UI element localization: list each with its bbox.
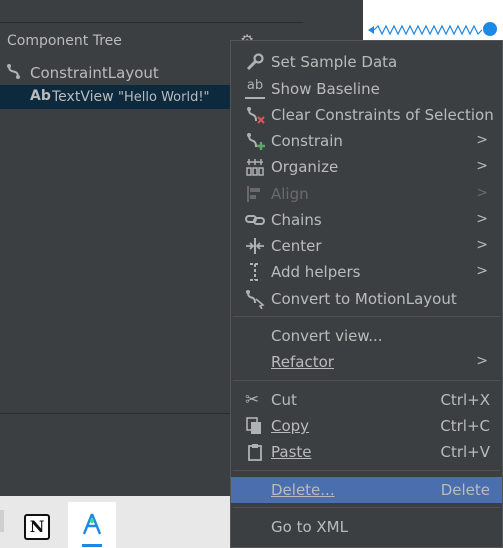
guideline-icon	[250, 263, 260, 281]
menu-item-center[interactable]: Center >	[231, 233, 502, 259]
submenu-arrow-icon: >	[476, 237, 488, 253]
menu-separator	[233, 470, 500, 471]
align-icon	[247, 186, 260, 202]
submenu-arrow-icon: >	[476, 353, 488, 369]
menu-item-cut[interactable]: ✂ Cut Ctrl+X	[231, 387, 502, 413]
menu-separator	[233, 507, 500, 508]
organize-icon	[246, 159, 264, 176]
baseline-icon: ab	[245, 79, 265, 99]
menu-item-set-sample-data[interactable]: Set Sample Data	[231, 49, 502, 75]
notion-app-icon[interactable]: N	[24, 514, 50, 540]
shortcut-label: Ctrl+C	[440, 417, 490, 435]
menu-separator	[233, 380, 500, 381]
submenu-arrow-icon: >	[476, 158, 488, 174]
constraint-anchor-handle[interactable]	[483, 22, 497, 36]
top-toolbar-strip	[0, 0, 363, 14]
shortcut-label: Delete	[440, 481, 490, 499]
tree-item-label: TextView "Hello World!"	[52, 89, 210, 105]
menu-item-convert-to-motionlayout[interactable]: Convert to MotionLayout	[231, 286, 502, 312]
menu-item-refactor[interactable]: Refactor >	[231, 349, 502, 375]
textview-icon: Ab	[30, 88, 51, 104]
copy-icon	[246, 417, 261, 434]
constraint-spring-icon	[368, 24, 483, 36]
menu-item-convert-view[interactable]: Convert view...	[231, 323, 502, 349]
submenu-arrow-icon: >	[476, 132, 488, 148]
menu-item-constrain[interactable]: Constrain >	[231, 128, 502, 154]
menu-item-show-baseline[interactable]: ab Show Baseline	[231, 76, 502, 102]
submenu-arrow-icon: >	[476, 185, 488, 201]
wrench-icon	[246, 53, 264, 71]
menu-item-copy[interactable]: Copy Ctrl+C	[231, 413, 502, 439]
constrain-icon	[247, 133, 265, 150]
shortcut-label: Ctrl+X	[440, 391, 490, 409]
menu-item-chains[interactable]: Chains >	[231, 207, 502, 233]
paste-icon	[248, 444, 262, 461]
menu-item-add-helpers[interactable]: Add helpers >	[231, 259, 502, 285]
scissors-icon: ✂	[245, 390, 260, 410]
motion-layout-icon	[246, 290, 265, 309]
menu-item-organize[interactable]: Organize >	[231, 154, 502, 180]
component-tree-title: Component Tree	[7, 33, 122, 49]
menu-separator	[233, 316, 500, 317]
menu-item-paste[interactable]: Paste Ctrl+V	[231, 439, 502, 465]
clear-constraints-icon	[247, 107, 265, 124]
android-studio-icon	[82, 513, 102, 535]
chain-icon	[245, 215, 265, 225]
shortcut-label: Ctrl+V	[440, 443, 490, 461]
menu-item-clear-constraints[interactable]: Clear Constraints of Selection	[231, 102, 502, 128]
constraint-layout-icon	[7, 64, 20, 79]
taskbar-app-edge[interactable]	[0, 510, 4, 532]
active-app-indicator	[82, 544, 102, 547]
submenu-arrow-icon: >	[476, 211, 488, 227]
android-studio-taskbar-button[interactable]	[68, 502, 116, 548]
tree-item-label: ConstraintLayout	[30, 64, 159, 82]
menu-item-align: Align >	[231, 181, 502, 207]
center-icon	[246, 238, 264, 254]
menu-item-delete[interactable]: Delete... Delete	[231, 477, 502, 503]
submenu-arrow-icon: >	[476, 263, 488, 279]
context-menu: Set Sample Data ab Show Baseline Clear C…	[230, 40, 503, 548]
menu-item-go-to-xml[interactable]: Go to XML	[231, 514, 502, 540]
